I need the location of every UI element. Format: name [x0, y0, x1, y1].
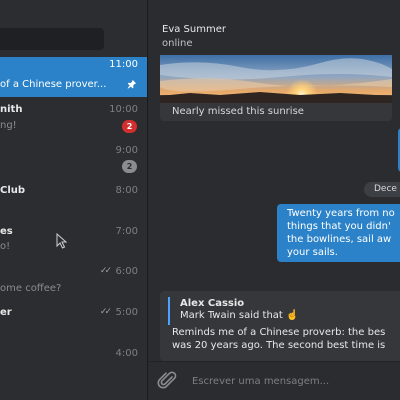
message-text-line: Reminds me of a Chinese proverb: the bes [172, 327, 386, 338]
chat-time: 11:00 [109, 59, 138, 70]
message-text-line: things that you didn' [287, 221, 391, 232]
incoming-message-bubble[interactable]: Alex Cassio Mark Twain said that ☝️ Remi… [160, 291, 400, 361]
chat-time: 10:00 [109, 104, 138, 115]
date-separator: Dece [364, 182, 400, 197]
chat-preview: ng! [0, 120, 17, 131]
contact-status: online [162, 38, 193, 49]
chat-list-item[interactable]: nith 10:00 ng! 2 [0, 99, 147, 139]
reply-quote-bar [168, 297, 170, 325]
chat-time: 6:00 [115, 266, 138, 277]
search-field[interactable] [0, 28, 104, 50]
message-text-line: your sails. [287, 247, 338, 258]
chat-name: es [0, 226, 13, 237]
message-text-line: Twenty years from no [287, 208, 395, 219]
chat-list-item[interactable]: ✓✓ 6:00 ome coffee? [0, 262, 147, 302]
message-text-line: the bowlines, sail aw [287, 234, 392, 245]
unread-badge: 2 [122, 160, 137, 173]
unread-badge: 2 [122, 120, 137, 133]
mouse-cursor-icon [56, 233, 68, 249]
reply-quote-author[interactable]: Alex Cassio [180, 298, 244, 309]
chat-preview: ome coffee? [0, 283, 62, 294]
chat-name: Club [0, 185, 26, 196]
chat-name: er [0, 307, 12, 318]
outgoing-message-bubble[interactable]: Twenty years from no things that you did… [277, 204, 400, 262]
chat-time: 8:00 [115, 185, 138, 196]
photo-message[interactable]: Nearly missed this sunrise [160, 55, 392, 121]
pin-icon [127, 79, 137, 89]
chat-time: 7:00 [115, 226, 138, 237]
chat-time: 9:00 [115, 145, 138, 156]
conversation-panel: Eva Summer online Nearly missed this sun… [148, 0, 400, 400]
paperclip-icon[interactable] [157, 370, 179, 392]
chat-header[interactable]: Eva Summer online [148, 0, 400, 55]
chat-list-item[interactable]: 11:00 of a Chinese prover... [0, 57, 147, 97]
reply-quote-text[interactable]: Mark Twain said that ☝️ [180, 310, 298, 321]
message-input[interactable] [192, 370, 392, 392]
chat-name: nith [0, 104, 23, 115]
photo-caption: Nearly missed this sunrise [172, 106, 304, 117]
chat-list-item[interactable]: es 7:00 o! [0, 222, 147, 262]
chat-list-item[interactable]: er ✓✓ 5:00 [0, 303, 147, 343]
contact-name: Eva Summer [162, 24, 226, 35]
chat-list-item[interactable]: 9:00 2 [0, 140, 147, 180]
chat-list-item[interactable]: 4:00 [0, 344, 147, 384]
read-checkmarks-icon: ✓✓ [99, 307, 112, 317]
chat-preview: o! [0, 241, 11, 252]
message-text-line: was 20 years ago. The second best time i… [172, 340, 386, 351]
chat-time: 4:00 [115, 348, 138, 359]
chat-list-item[interactable]: Club 8:00 [0, 181, 147, 221]
sunrise-photo[interactable] [160, 55, 392, 103]
chat-list-panel: 11:00 of a Chinese prover... nith 10:00 … [0, 0, 147, 400]
read-checkmarks-icon: ✓✓ [99, 266, 112, 276]
message-composer [148, 361, 400, 400]
chat-time: 5:00 [115, 307, 138, 318]
chat-preview: of a Chinese prover... [0, 79, 107, 90]
